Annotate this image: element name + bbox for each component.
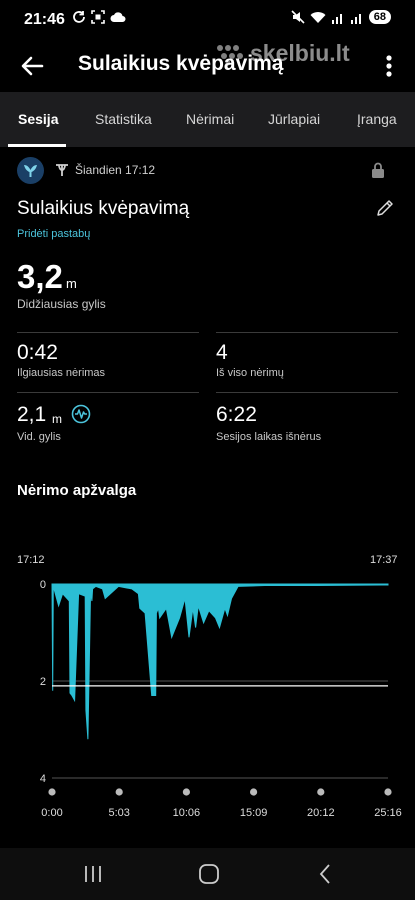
total-dives-label: Iš viso nėrimų: [216, 367, 284, 379]
tab-charts[interactable]: Jūrlapiai: [268, 92, 320, 147]
status-bar: 21:46 68: [0, 0, 415, 40]
mute-icon: [291, 10, 305, 24]
x-tick-label: 15:09: [240, 807, 268, 819]
tab-session[interactable]: Sesija: [18, 92, 58, 147]
cloud-icon: [110, 12, 126, 22]
x-tick-dot: [182, 788, 190, 796]
battery-badge: 68: [368, 10, 391, 24]
max-depth-label: Didžiausias gylis: [17, 297, 106, 311]
y-tick-label: 0: [40, 579, 46, 591]
x-tick-label: 10:06: [173, 807, 201, 819]
session-date: Šiandien 17:12: [75, 163, 156, 177]
tab-gear[interactable]: Įranga: [357, 92, 397, 147]
divider: [17, 392, 199, 393]
add-note-link[interactable]: Pridėti pastabų: [17, 228, 90, 240]
more-options-icon[interactable]: [377, 52, 401, 80]
x-tick-dot: [384, 788, 392, 796]
divider: [17, 332, 199, 333]
sync-icon: [73, 11, 85, 23]
surface-time-value: 6:22: [216, 403, 257, 426]
x-tick-dot: [48, 788, 56, 796]
y-tick-label: 2: [40, 676, 46, 688]
screenshot-icon: [91, 10, 105, 24]
signal-icon: [331, 13, 342, 24]
dive-depth-chart[interactable]: 0 2 4 0:00 5:03 10:06 15:09 20:12 25:16: [0, 570, 415, 830]
app-bar: Sulaikius kvėpavimą: [0, 40, 415, 92]
wifi-icon: [310, 11, 326, 23]
depth-chart-icon[interactable]: [71, 404, 91, 424]
x-tick-label: 25:16: [374, 807, 402, 819]
dive-overview-title: Nėrimo apžvalga: [17, 482, 137, 499]
x-tick-dot: [115, 788, 123, 796]
tab-bar: Sesija Statistika Nėrimai Jūrlapiai Įran…: [0, 92, 415, 147]
edit-icon[interactable]: [376, 199, 394, 217]
recent-apps-icon[interactable]: [80, 862, 106, 886]
depth-area: [51, 583, 389, 740]
chart-start-time: 17:12: [17, 554, 45, 566]
status-time: 21:46: [24, 11, 65, 28]
home-icon[interactable]: [196, 862, 222, 886]
y-tick-label: 4: [40, 773, 46, 785]
avg-depth-label: Vid. gylis: [17, 431, 61, 443]
divider: [216, 332, 398, 333]
chart-end-time: 17:37: [370, 554, 398, 566]
x-tick-dot: [317, 788, 325, 796]
tab-dives[interactable]: Nėrimai: [186, 92, 234, 147]
avg-depth-unit: m: [52, 412, 62, 426]
system-nav-bar: [0, 848, 415, 900]
total-dives-value: 4: [216, 341, 228, 364]
max-depth-value: 3,2: [17, 258, 63, 295]
page-title: Sulaikius kvėpavimą: [78, 52, 284, 75]
x-tick-label: 20:12: [307, 807, 335, 819]
dive-activity-icon: [17, 157, 44, 184]
session-name: Sulaikius kvėpavimą: [17, 198, 190, 219]
snorkel-icon: [56, 164, 68, 176]
signal-icon-2: [350, 13, 361, 24]
x-tick-label: 5:03: [108, 807, 129, 819]
nav-back-icon[interactable]: [313, 862, 339, 886]
max-depth-unit: m: [66, 276, 77, 291]
surface-time-label: Sesijos laikas išnėrus: [216, 431, 322, 443]
divider: [216, 392, 398, 393]
longest-dive-label: Ilgiausias nėrimas: [17, 367, 106, 379]
active-tab-indicator: [8, 144, 66, 147]
tab-statistics[interactable]: Statistika: [95, 92, 152, 147]
back-arrow-icon[interactable]: [18, 52, 46, 80]
avg-depth-value: 2,1: [17, 403, 47, 426]
x-tick-label: 0:00: [41, 807, 62, 819]
lock-icon[interactable]: [371, 162, 385, 178]
x-tick-dot: [250, 788, 258, 796]
longest-dive-value: 0:42: [17, 341, 58, 364]
